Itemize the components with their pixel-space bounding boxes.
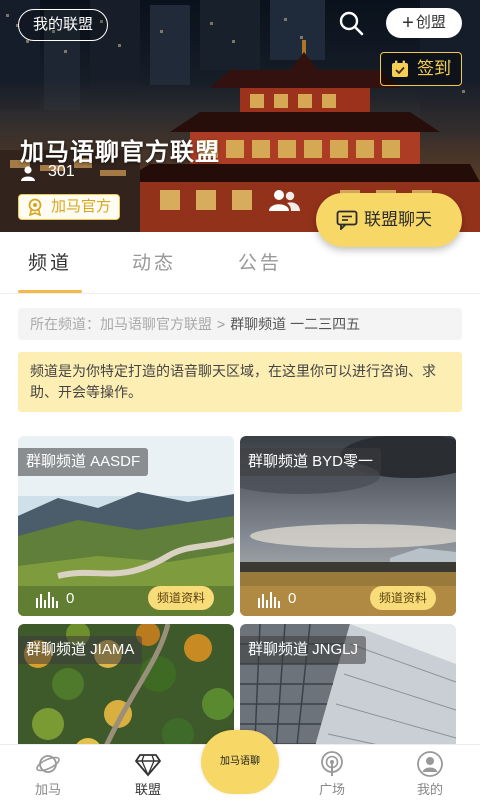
my-alliance-button[interactable]: 我的联盟: [18, 9, 109, 41]
chat-bubble-icon: [336, 210, 358, 230]
diamond-icon: [135, 754, 161, 777]
breadcrumb-current[interactable]: 群聊频道 一二三四五: [230, 316, 360, 332]
channel-name: 群聊频道 JIAMA: [18, 636, 143, 664]
channel-name: 群聊频道 AASDF: [18, 448, 149, 476]
tab-moments[interactable]: 动态: [132, 248, 176, 275]
members-group-icon[interactable]: [267, 188, 301, 212]
search-icon[interactable]: [338, 10, 364, 36]
channel-name: 群聊频道 BYD零一: [240, 448, 382, 476]
center-home-button[interactable]: 加马语聊: [201, 730, 279, 794]
tab-channels[interactable]: 频道: [28, 248, 72, 275]
alliance-chat-button[interactable]: 联盟聊天: [316, 193, 462, 247]
nav-item-me[interactable]: 我的: [400, 745, 460, 800]
planet-icon: [36, 755, 60, 773]
alliance-chat-label: 联盟聊天: [364, 210, 432, 229]
active-tab-indicator: [18, 290, 82, 293]
channel-card[interactable]: 群聊频道 BYD零一 0 频道资料: [240, 436, 456, 616]
center-logo-icon: 加马语聊: [209, 752, 271, 772]
channel-breadcrumb: 所在频道：加马语聊官方联盟 > 群聊频道 一二三四五: [18, 308, 462, 340]
official-badge: 加马官方: [18, 194, 121, 220]
sign-in-label: 签到: [417, 59, 451, 78]
breadcrumb-separator: >: [217, 316, 226, 332]
audio-bars-icon: [258, 592, 280, 608]
plus-icon: +: [402, 12, 414, 34]
broadcast-icon: [321, 751, 343, 776]
channel-info-button[interactable]: 频道资料: [370, 586, 436, 610]
person-icon: [21, 166, 35, 181]
breadcrumb-prefix: 所在频道：加马语聊官方联盟: [30, 316, 212, 332]
member-count-value: 301: [48, 163, 75, 180]
alliance-title: 加马语聊官方联盟: [20, 139, 220, 166]
profile-icon: [417, 751, 443, 777]
channel-name: 群聊频道 JNGLJ: [240, 636, 367, 664]
nav-label: 广场: [318, 782, 345, 797]
nav-label: 联盟: [134, 782, 161, 797]
listener-count-value: 0: [288, 590, 297, 607]
center-logo-label: 加马语聊: [220, 756, 260, 767]
create-alliance-label: 创盟: [415, 14, 446, 31]
nav-label: 加马: [34, 782, 61, 797]
channel-notice: 频道是为你特定打造的语音聊天区域，在这里你可以进行咨询、求助、开会等操作。: [18, 352, 462, 412]
listener-count-value: 0: [66, 590, 75, 607]
audio-bars-icon: [36, 592, 58, 608]
create-alliance-button[interactable]: + 创盟: [386, 8, 462, 38]
medal-icon: [28, 198, 42, 216]
channel-card[interactable]: 群聊频道 JIAMA: [18, 624, 234, 764]
calendar-check-icon: [392, 60, 408, 77]
nav-label: 我的: [416, 782, 443, 797]
channel-info-button[interactable]: 频道资料: [148, 586, 214, 610]
nav-item-jiama[interactable]: 加马: [18, 745, 78, 800]
tab-announcements[interactable]: 公告: [238, 248, 282, 275]
channel-card[interactable]: 群聊频道 AASDF 0 频道资料: [18, 436, 234, 616]
sign-in-button[interactable]: 签到: [380, 52, 462, 86]
official-badge-label: 加马官方: [51, 198, 112, 215]
nav-item-plaza[interactable]: 广场: [302, 745, 362, 800]
nav-item-alliance[interactable]: 联盟: [118, 745, 178, 800]
